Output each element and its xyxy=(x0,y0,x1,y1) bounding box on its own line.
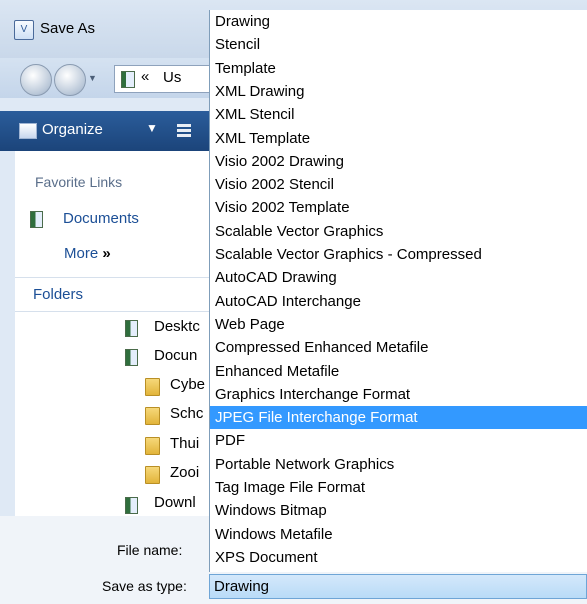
double-chevron-icon: » xyxy=(102,245,111,262)
dropdown-option[interactable]: XPS Document xyxy=(210,546,587,569)
tree-item-desktop[interactable]: Desktc xyxy=(154,318,209,335)
downloads-library-icon xyxy=(125,497,138,514)
dropdown-option[interactable]: XML Drawing xyxy=(210,80,587,103)
dropdown-option[interactable]: JPEG File Interchange Format xyxy=(210,406,587,430)
recent-pages-dropdown-icon[interactable]: ▼ xyxy=(88,73,97,83)
save-as-type-label: Save as type: xyxy=(102,578,187,594)
folder-icon xyxy=(145,378,160,396)
tree-item-zooi[interactable]: Zooi xyxy=(170,464,209,481)
more-link[interactable]: More » xyxy=(64,245,111,262)
dropdown-option[interactable]: PDF xyxy=(210,429,587,452)
folder-icon xyxy=(145,407,160,425)
dropdown-option[interactable]: Tag Image File Format xyxy=(210,476,587,499)
dropdown-option[interactable]: Enhanced Metafile xyxy=(210,360,587,383)
dropdown-option[interactable]: AutoCAD Drawing xyxy=(210,266,587,289)
folders-divider xyxy=(15,311,220,312)
favorite-link-documents[interactable]: Documents xyxy=(63,210,139,227)
dropdown-option[interactable]: Web Page xyxy=(210,313,587,336)
dropdown-option[interactable]: Visio 2002 Stencil xyxy=(210,173,587,196)
window-title: Save As xyxy=(40,20,96,37)
more-label: More xyxy=(64,245,99,262)
dropdown-option[interactable]: AutoCAD Interchange xyxy=(210,290,587,313)
documents-icon xyxy=(30,211,43,228)
dropdown-option[interactable]: Graphics Interchange Format xyxy=(210,383,587,406)
chevron-down-icon[interactable]: ▼ xyxy=(146,121,158,135)
dropdown-option[interactable]: XML Stencil xyxy=(210,103,587,126)
folder-icon xyxy=(145,437,160,455)
visio-app-icon: V xyxy=(14,20,34,40)
desktop-library-icon xyxy=(125,320,138,337)
dropdown-option[interactable]: Visio 2002 Drawing xyxy=(210,150,587,173)
back-button[interactable] xyxy=(20,64,52,96)
dropdown-option[interactable]: Compressed Enhanced Metafile xyxy=(210,336,587,359)
dropdown-option[interactable]: Drawing xyxy=(210,10,587,33)
save-as-type-select[interactable]: Drawing xyxy=(209,574,587,599)
save-as-type-dropdown-list[interactable]: Drawing Stencil Template XML Drawing XML Ste… xyxy=(209,10,587,572)
organize-icon xyxy=(19,123,37,139)
tree-item-documents[interactable]: Docun xyxy=(154,347,209,364)
dropdown-option[interactable]: Windows Metafile xyxy=(210,523,587,546)
folder-icon xyxy=(145,466,160,484)
dropdown-option[interactable]: XML Template xyxy=(210,127,587,150)
dropdown-option[interactable]: Visio 2002 Template xyxy=(210,196,587,219)
tree-item-downloads[interactable]: Downl xyxy=(154,494,209,511)
address-path: Us xyxy=(163,69,182,86)
documents-library-icon xyxy=(125,349,138,366)
library-icon xyxy=(121,71,135,88)
dropdown-option[interactable]: Scalable Vector Graphics - Compressed xyxy=(210,243,587,266)
dropdown-option[interactable]: Windows Bitmap xyxy=(210,499,587,522)
tree-item-cybe[interactable]: Cybe xyxy=(170,376,209,393)
organize-button[interactable]: Organize xyxy=(42,121,103,138)
dropdown-option[interactable]: Stencil xyxy=(210,33,587,56)
folders-heading[interactable]: Folders xyxy=(33,286,83,303)
dropdown-option[interactable]: Scalable Vector Graphics xyxy=(210,220,587,243)
dropdown-option[interactable]: Template xyxy=(210,57,587,80)
forward-button[interactable] xyxy=(54,64,86,96)
save-as-dialog: V Save As ▼ « Us Organize ▼ Favorite Lin… xyxy=(0,0,587,604)
nav-divider xyxy=(15,277,220,278)
tree-item-schc[interactable]: Schc xyxy=(170,405,209,422)
views-icon[interactable] xyxy=(177,123,191,137)
dropdown-option[interactable]: Portable Network Graphics xyxy=(210,453,587,476)
favorite-links-heading: Favorite Links xyxy=(35,174,123,190)
address-overflow-chevron[interactable]: « xyxy=(141,68,149,85)
file-name-label: File name: xyxy=(117,542,183,558)
tree-item-thui[interactable]: Thui xyxy=(170,435,209,452)
